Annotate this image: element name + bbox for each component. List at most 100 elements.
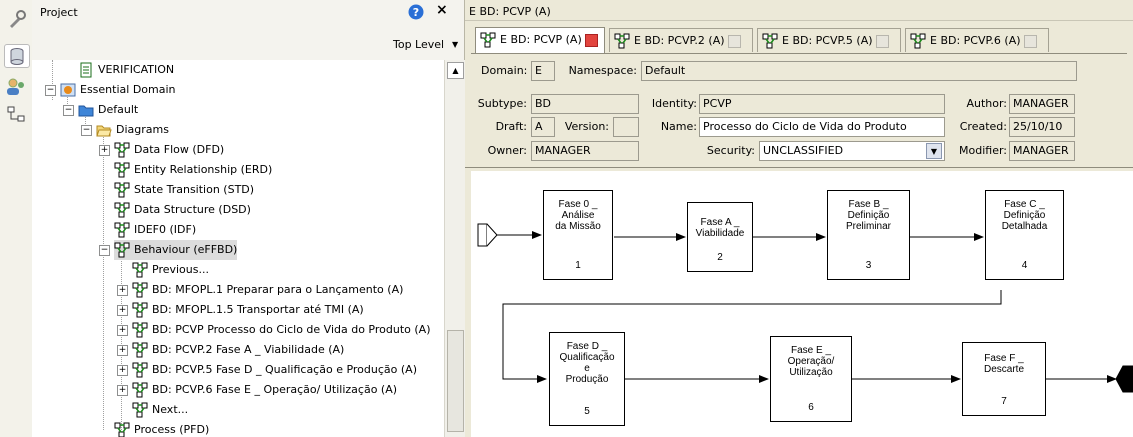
- tab-pcvp-2[interactable]: E BD: PCVP.2 (A): [609, 28, 753, 52]
- function-title: Fase D _ Qualificação e Produção: [559, 341, 615, 385]
- expand-icon[interactable]: +: [117, 345, 128, 356]
- expand-icon[interactable]: +: [117, 385, 128, 396]
- identity-field[interactable]: PCVP: [699, 94, 945, 114]
- namespace-label: Namespace:: [568, 64, 637, 77]
- draft-field[interactable]: A: [531, 117, 555, 137]
- version-field[interactable]: [613, 117, 639, 137]
- tree-item[interactable]: Data Structure (DSD): [114, 200, 251, 220]
- function-title: Fase C _ Definição Detalhada: [1001, 199, 1048, 232]
- tree-item[interactable]: − Behaviour (eFFBD): [99, 240, 238, 260]
- tree-item[interactable]: IDEF0 (IDF): [114, 220, 196, 240]
- tree-item[interactable]: + BD: PCVP Processo do Ciclo de Vida do P…: [117, 320, 431, 340]
- tab-pcvp[interactable]: E BD: PCVP (A): [475, 27, 605, 53]
- tree-item[interactable]: State Transition (STD): [114, 180, 254, 200]
- function-box[interactable]: Fase C _ Definição Detalhada 4: [985, 190, 1064, 280]
- tree-item[interactable]: Entity Relationship (ERD): [114, 160, 272, 180]
- scroll-thumb[interactable]: [447, 330, 464, 432]
- wrench-icon[interactable]: [4, 8, 28, 30]
- function-number: 5: [584, 406, 590, 417]
- domain-label: Domain:: [481, 64, 528, 77]
- diagram-icon: [114, 182, 130, 198]
- function-box[interactable]: Fase F _ Descarte 7: [962, 342, 1046, 416]
- expand-icon[interactable]: +: [117, 365, 128, 376]
- database-icon[interactable]: [4, 44, 30, 68]
- security-select[interactable]: UNCLASSIFIED: [759, 141, 945, 161]
- diagram-icon: [114, 222, 130, 238]
- collapse-icon[interactable]: −: [45, 85, 56, 96]
- close-tab-icon[interactable]: [584, 33, 598, 47]
- tree-item-label: Next...: [152, 403, 189, 416]
- tree-item-label: Data Structure (DSD): [134, 203, 251, 216]
- tree-item-label: BD: MFOPL.1 Preparar para o Lançamento (…: [152, 283, 404, 296]
- diagram-icon: [114, 242, 130, 258]
- subtype-label: Subtype:: [477, 97, 527, 110]
- tree-item[interactable]: + BD: MFOPL.1 Preparar para o Lançamento …: [117, 280, 404, 300]
- owner-field[interactable]: MANAGER: [531, 141, 639, 161]
- users-icon[interactable]: [4, 76, 28, 98]
- collapse-icon[interactable]: −: [63, 105, 74, 116]
- tree-item-label: Process (PFD): [134, 423, 210, 436]
- project-panel: Project ? × Top Level ▼ VERIFICATION − Ess…: [32, 0, 465, 437]
- expand-icon[interactable]: +: [117, 305, 128, 316]
- modifier-label: Modifier:: [959, 144, 1007, 157]
- version-label: Version:: [564, 120, 609, 133]
- tree-item[interactable]: Next...: [132, 400, 188, 420]
- tree-item[interactable]: + BD: MFOPL.1.5 Transportar até TMI (A): [117, 300, 364, 320]
- tree-item-label: Diagrams: [116, 123, 169, 136]
- function-box[interactable]: Fase B _ Definição Preliminar 3: [827, 190, 910, 280]
- tree-scrollbar[interactable]: ▲: [444, 60, 465, 437]
- hierarchy-icon[interactable]: [4, 104, 28, 126]
- function-box[interactable]: Fase D _ Qualificação e Produção 5: [549, 332, 625, 426]
- diagram-icon: [910, 33, 926, 49]
- help-icon[interactable]: ?: [408, 4, 424, 23]
- owner-label: Owner:: [487, 144, 527, 157]
- namespace-field[interactable]: Default: [641, 61, 1077, 81]
- chevron-down-icon[interactable]: ▼: [926, 143, 942, 159]
- tree-item[interactable]: + Data Flow (DFD): [99, 140, 224, 160]
- chevron-down-icon[interactable]: ▼: [452, 40, 458, 49]
- tab-pcvp-6[interactable]: E BD: PCVP.6 (A): [905, 28, 1049, 52]
- expand-icon[interactable]: +: [117, 285, 128, 296]
- subtype-field[interactable]: BD: [531, 94, 639, 114]
- project-panel-header: Project ? × Top Level ▼: [32, 0, 464, 61]
- tree-item-label: BD: MFOPL.1.5 Transportar até TMI (A): [152, 303, 364, 316]
- diagram-icon: [132, 362, 148, 378]
- expand-icon[interactable]: +: [117, 325, 128, 336]
- tree-item[interactable]: − Essential Domain: [45, 80, 176, 100]
- side-toolbar: [0, 0, 33, 437]
- tree-item[interactable]: + BD: PCVP.5 Fase D _ Qualificação e Prod…: [117, 360, 417, 380]
- close-tab-icon[interactable]: [1023, 34, 1037, 48]
- domain-field[interactable]: E: [531, 61, 555, 81]
- tab-pcvp-5[interactable]: E BD: PCVP.5 (A): [757, 28, 901, 52]
- collapse-icon[interactable]: −: [81, 125, 92, 136]
- author-field[interactable]: MANAGER: [1009, 94, 1075, 114]
- tab-label: E BD: PCVP.5 (A): [782, 34, 873, 47]
- name-field[interactable]: Processo do Ciclo de Vida do Produto: [699, 117, 945, 137]
- close-tab-icon[interactable]: [727, 34, 741, 48]
- modifier-field[interactable]: MANAGER: [1009, 141, 1075, 161]
- collapse-icon[interactable]: −: [99, 245, 110, 256]
- tree-item[interactable]: − Default: [63, 100, 138, 120]
- effbd-diagram-canvas[interactable]: Fase 0 _ Análise da Missão 1 Fase A _ Viab…: [471, 171, 1133, 437]
- function-box[interactable]: Fase E _ Operação/ Utilização 6: [770, 336, 852, 422]
- function-box[interactable]: Fase 0 _ Análise da Missão 1: [543, 190, 613, 280]
- tree-item[interactable]: − Diagrams: [81, 120, 169, 140]
- tree-item[interactable]: + BD: PCVP.2 Fase A _ Viabilidade (A): [117, 340, 344, 360]
- function-box[interactable]: Fase A _ Viabilidade 2: [687, 202, 753, 272]
- editor-window-title: E BD: PCVP (A): [469, 5, 551, 18]
- expand-icon[interactable]: +: [99, 145, 110, 156]
- tree-item[interactable]: + BD: PCVP.6 Fase E _ Operação/ Utilizaçã…: [117, 380, 398, 400]
- tree-item[interactable]: Process (PFD): [114, 420, 209, 437]
- scroll-up-button[interactable]: ▲: [447, 62, 464, 79]
- name-label: Name:: [660, 120, 697, 133]
- created-field[interactable]: 25/10/10: [1009, 117, 1075, 137]
- close-icon[interactable]: ×: [436, 2, 448, 18]
- tree-item[interactable]: Previous...: [132, 260, 209, 280]
- tab-label: E BD: PCVP.6 (A): [930, 34, 1021, 47]
- close-tab-icon[interactable]: [875, 34, 889, 48]
- level-selector[interactable]: Top Level: [393, 38, 444, 51]
- tree-item-label: VERIFICATION: [98, 63, 175, 76]
- diagram-icon: [132, 382, 148, 398]
- tree-item[interactable]: VERIFICATION: [78, 60, 174, 80]
- tree-item-label: BD: PCVP.6 Fase E _ Operação/ Utilização…: [152, 383, 398, 396]
